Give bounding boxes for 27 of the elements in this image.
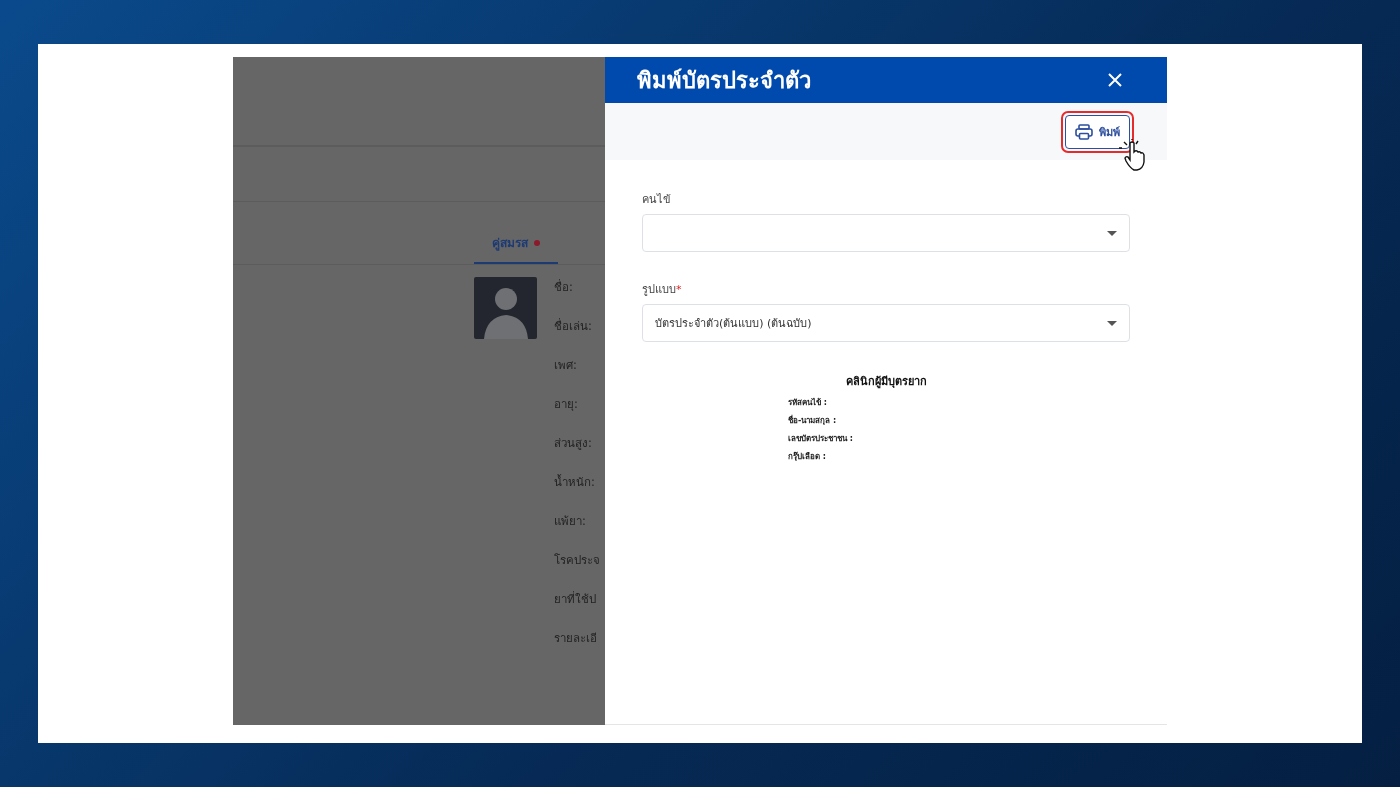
avatar-placeholder [474,277,537,339]
tab-label: คู่สมรส [492,235,528,252]
field-label: อายุ: [554,396,579,413]
field-label: รูปแบบ* [642,282,683,298]
field-label: ชื่อ: [554,278,574,296]
field-label: โรคประจ [554,552,600,569]
print-button[interactable]: พิมพ์ [1065,114,1130,149]
card-field-label: กรุ๊ปเลือด : [788,450,827,463]
field-label: แพ้ยา: [554,513,587,530]
dropdown-field[interactable]: บัตรประจำตัว(ต้นแบบ) (ต้นฉบับ) [642,304,1130,342]
card-field-label: รหัสคนไข้ : [788,397,828,409]
card-field-label: ชื่อ-นามสกุล : [788,414,838,427]
field-label: เพศ: [554,357,578,374]
field-label: ยาที่ใช้ป [554,590,597,608]
field-label: น้ำหนัก: [554,473,596,491]
caret-icon [1107,230,1117,236]
caret-icon [1107,320,1117,326]
field-label: รายละเอี [554,630,598,647]
close-icon[interactable] [1108,73,1122,87]
printer-icon [1075,123,1093,140]
field-label: ชื่อเล่น: [554,317,593,335]
dialog-title: พิมพ์บัตรประจำตัว [637,66,811,95]
card-title: คลินิกผู้มีบุตรยาก [845,374,927,390]
card-field-label: เลขบัตรประชาชน : [788,433,853,445]
dropdown-field[interactable] [642,214,1130,252]
field-label: ส่วนสูง: [554,435,593,452]
field-label: คนไข้ [642,192,672,208]
